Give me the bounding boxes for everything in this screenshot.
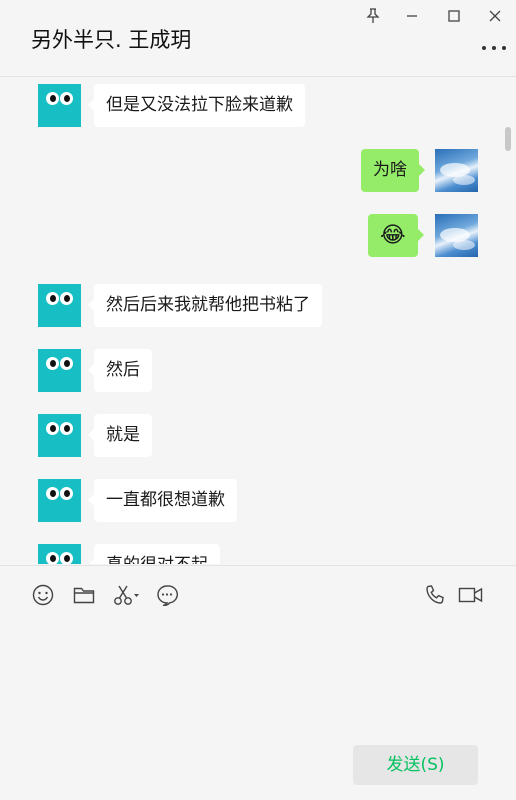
emoji-message-bubble[interactable]: 😂 xyxy=(368,214,424,257)
maximize-icon[interactable] xyxy=(444,6,464,26)
contact-avatar[interactable] xyxy=(38,284,81,327)
video-call-icon[interactable] xyxy=(458,583,484,607)
contact-avatar[interactable] xyxy=(38,479,81,522)
minimize-icon[interactable] xyxy=(402,6,422,26)
phone-icon[interactable] xyxy=(423,583,447,607)
chat-history-icon[interactable] xyxy=(155,583,179,607)
message-bubble[interactable]: 但是又没法拉下脸来道歉 xyxy=(88,84,305,127)
self-avatar[interactable] xyxy=(435,214,478,257)
chat-title: 另外半只. 王成玥 xyxy=(31,28,192,52)
folder-icon[interactable] xyxy=(72,583,96,607)
message-bubble[interactable]: 然后后来我就帮他把书粘了 xyxy=(88,284,322,327)
message-bubble[interactable]: 一直都很想道歉 xyxy=(88,479,237,522)
emoji-icon[interactable] xyxy=(31,583,55,607)
close-icon[interactable] xyxy=(485,6,505,26)
scrollbar-thumb[interactable] xyxy=(505,127,511,151)
contact-avatar[interactable] xyxy=(38,414,81,457)
send-button[interactable]: 发送(S) xyxy=(353,745,478,785)
message-input[interactable] xyxy=(0,621,516,741)
message-bubble[interactable]: 然后 xyxy=(88,349,152,392)
contact-avatar[interactable] xyxy=(38,84,81,127)
scissors-icon[interactable] xyxy=(113,583,141,607)
contact-avatar[interactable] xyxy=(38,544,81,564)
pin-icon[interactable] xyxy=(363,6,383,26)
title-bar: 另外半只. 王成玥 xyxy=(0,0,516,77)
message-bubble[interactable]: 真的很对不起 xyxy=(88,544,220,564)
message-bubble[interactable]: 为啥 xyxy=(361,149,425,192)
contact-avatar[interactable] xyxy=(38,349,81,392)
composer-toolbar xyxy=(0,565,516,621)
message-list[interactable]: 但是又没法拉下脸来道歉 为啥 😂 然后后来我就帮他把书粘了 然后 就是 一直都很… xyxy=(0,78,516,564)
self-avatar[interactable] xyxy=(435,149,478,192)
message-bubble[interactable]: 就是 xyxy=(88,414,152,457)
more-options-icon[interactable] xyxy=(482,38,506,58)
